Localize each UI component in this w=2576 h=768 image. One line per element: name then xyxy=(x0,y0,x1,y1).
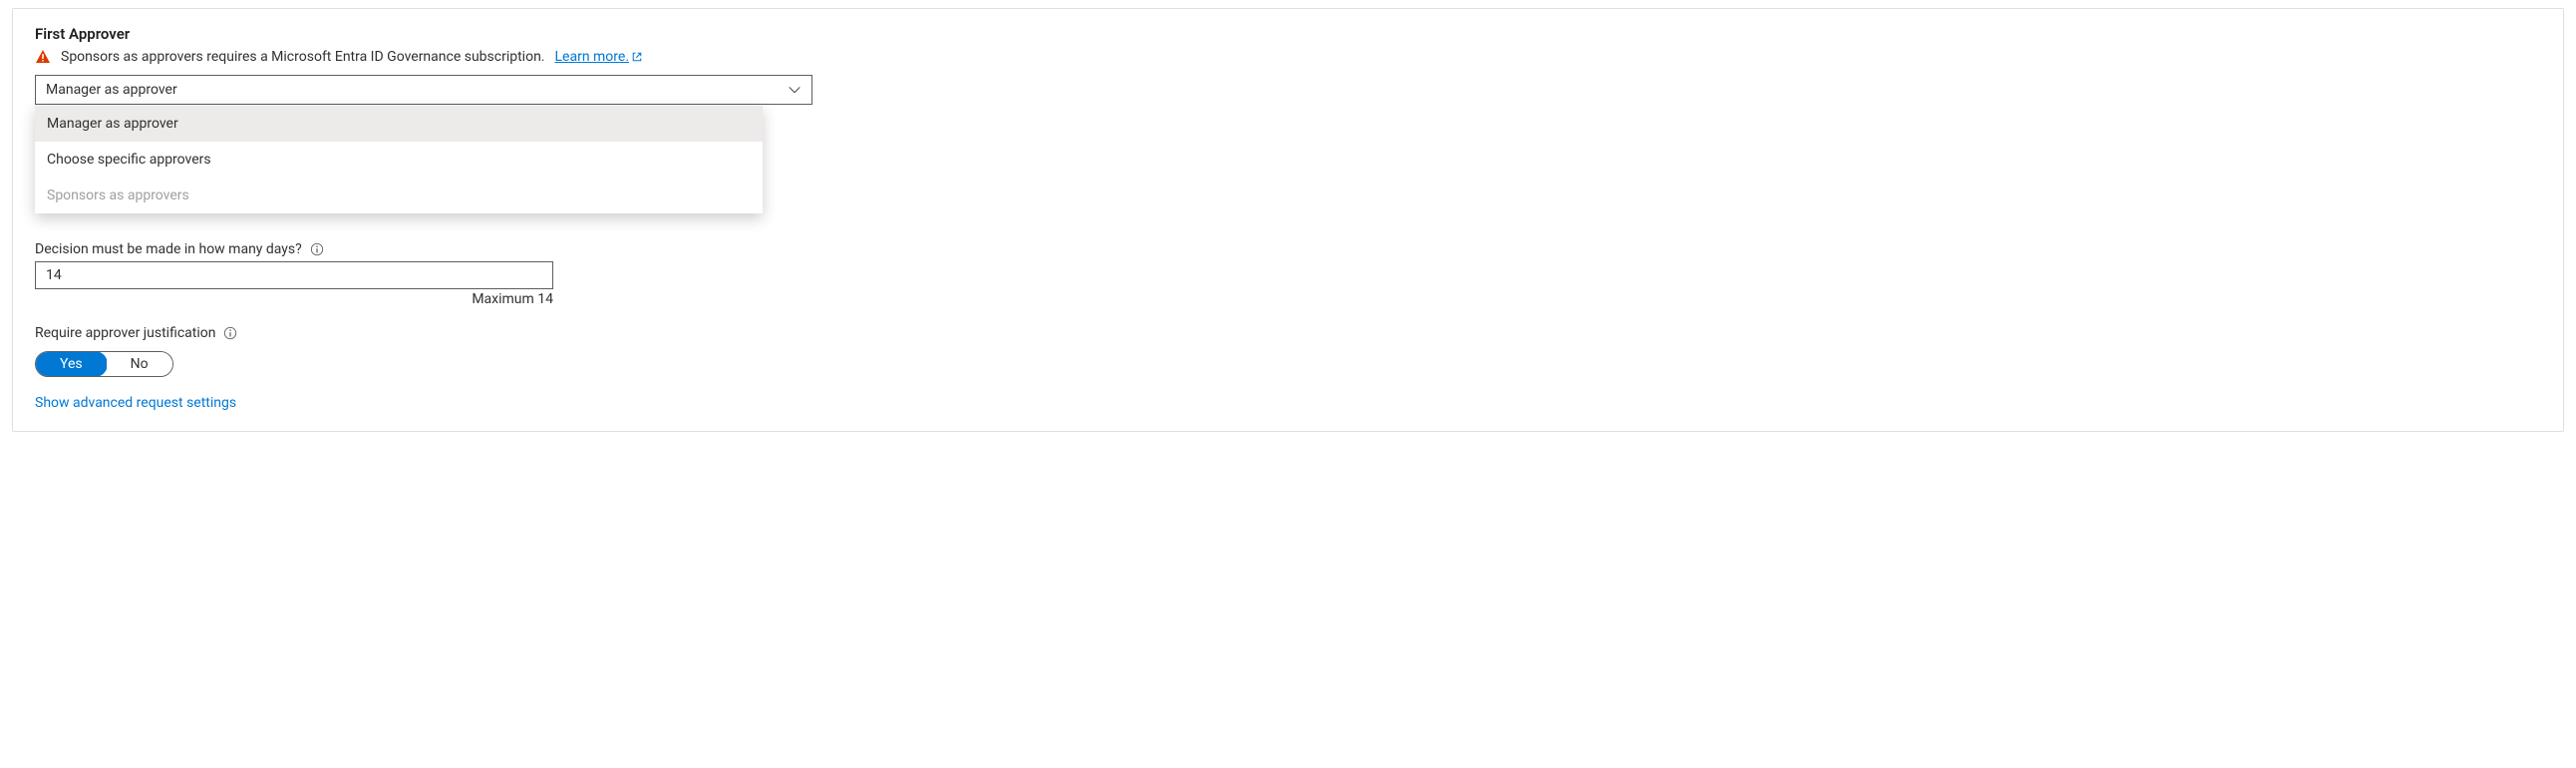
decision-days-helper: Maximum 14 xyxy=(35,291,553,307)
approver-select-wrap: Manager as approver Manager as approver … xyxy=(35,75,812,213)
first-approver-panel: First Approver Sponsors as approvers req… xyxy=(12,8,2564,432)
approver-option-specific[interactable]: Choose specific approvers xyxy=(35,142,763,178)
justification-no[interactable]: No xyxy=(107,352,172,376)
learn-more-label: Learn more. xyxy=(555,49,630,65)
external-link-icon xyxy=(631,51,643,63)
info-icon[interactable] xyxy=(310,242,324,256)
sponsors-warning: Sponsors as approvers requires a Microso… xyxy=(35,49,2541,65)
justification-toggle: Yes No xyxy=(35,351,173,377)
approver-option-sponsors: Sponsors as approvers xyxy=(35,178,763,213)
learn-more-link[interactable]: Learn more. xyxy=(555,49,644,65)
approver-select[interactable]: Manager as approver xyxy=(35,75,812,105)
justification-yes[interactable]: Yes xyxy=(35,351,108,377)
approver-dropdown: Manager as approver Choose specific appr… xyxy=(35,106,763,213)
justification-label: Require approver justification xyxy=(35,325,215,341)
decision-days-input[interactable] xyxy=(35,261,553,289)
justification-block: Require approver justification Yes No xyxy=(35,325,2541,377)
approver-select-value: Manager as approver xyxy=(46,82,177,98)
decision-days-block: Decision must be made in how many days? … xyxy=(35,241,2541,307)
info-icon[interactable] xyxy=(223,326,237,340)
section-title: First Approver xyxy=(35,25,2541,43)
warning-text: Sponsors as approvers requires a Microso… xyxy=(61,49,545,65)
show-advanced-link[interactable]: Show advanced request settings xyxy=(35,395,2541,411)
decision-days-label: Decision must be made in how many days? xyxy=(35,241,302,257)
chevron-down-icon xyxy=(788,83,802,97)
warning-icon xyxy=(35,49,51,65)
approver-option-manager[interactable]: Manager as approver xyxy=(35,106,763,142)
